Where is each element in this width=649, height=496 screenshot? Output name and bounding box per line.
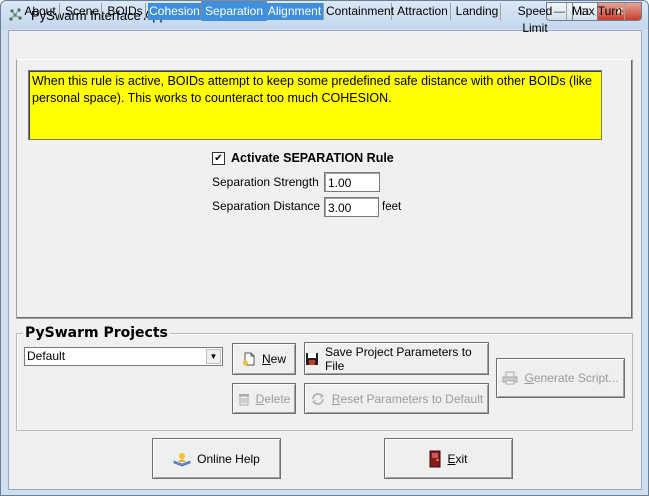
delete-button-mnemonic: D	[255, 391, 265, 406]
tab-boids[interactable]: BOIDs	[105, 3, 146, 20]
reset-parameters-button[interactable]: Reset Parameters to Default	[304, 383, 489, 414]
exit-button-mnemonic: E	[447, 451, 456, 466]
rule-description: When this rule is active, BOIDs attempt …	[28, 70, 602, 140]
tab-about[interactable]: About	[21, 3, 60, 20]
new-button-mnemonic: N	[261, 352, 271, 366]
reset-button-label: eset Parameters to Default	[340, 391, 484, 406]
new-document-icon	[242, 352, 256, 366]
tab-landing[interactable]: Landing	[454, 3, 501, 20]
trash-icon	[238, 392, 250, 406]
save-project-button[interactable]: Save Project Parameters to File	[304, 342, 489, 375]
separation-distance-input[interactable]: 3.00	[324, 197, 379, 217]
separation-distance-label: Separation Distance	[212, 199, 321, 213]
new-project-button[interactable]: New	[232, 343, 296, 375]
tab-separation[interactable]: Separation	[201, 0, 267, 21]
exit-button-label: xit	[455, 451, 468, 466]
generate-button-label: enerate Script...	[533, 371, 619, 385]
separation-strength-input[interactable]: 1.00	[324, 172, 380, 192]
tab-attraction[interactable]: Attraction	[395, 3, 451, 20]
distance-unit-label: feet	[382, 201, 402, 213]
save-project-label: Save Project Parameters to File	[325, 344, 472, 373]
tab-max-turn[interactable]: Max Turn	[570, 3, 625, 20]
delete-project-button[interactable]: Delete	[232, 383, 296, 414]
generate-button-mnemonic: G	[524, 371, 534, 385]
activate-separation-label[interactable]: Activate SEPARATION Rule	[231, 151, 394, 165]
tab-cohesion[interactable]: Cohesion	[148, 3, 201, 20]
tab-scene[interactable]: Scene	[63, 3, 102, 20]
project-select[interactable]: Default ▼	[24, 347, 223, 366]
new-button-label: ew	[270, 352, 286, 366]
project-select-value: Default	[27, 349, 66, 363]
delete-button-label: elete	[264, 391, 291, 406]
printer-icon	[502, 371, 518, 385]
tab-containment[interactable]: Containment	[326, 3, 394, 20]
exit-button[interactable]: Exit	[384, 438, 513, 479]
tab-alignment[interactable]: Alignment	[266, 3, 324, 20]
separation-strength-label: Separation Strength	[212, 175, 319, 189]
tab-speed-limit[interactable]: Speed Limit	[504, 3, 567, 35]
online-help-button[interactable]: Online Help	[152, 438, 281, 479]
help-book-icon	[173, 451, 191, 467]
generate-script-button[interactable]: Generate Script...	[496, 358, 625, 398]
save-disk-icon	[305, 352, 319, 366]
projects-group-title: PySwarm Projects	[23, 325, 170, 341]
exit-door-icon	[429, 450, 441, 468]
online-help-label: Online Help	[197, 451, 260, 466]
activate-separation-checkbox[interactable]: ✔	[212, 152, 225, 165]
reset-arrows-icon	[310, 392, 326, 406]
chevron-down-icon[interactable]: ▼	[206, 349, 221, 364]
